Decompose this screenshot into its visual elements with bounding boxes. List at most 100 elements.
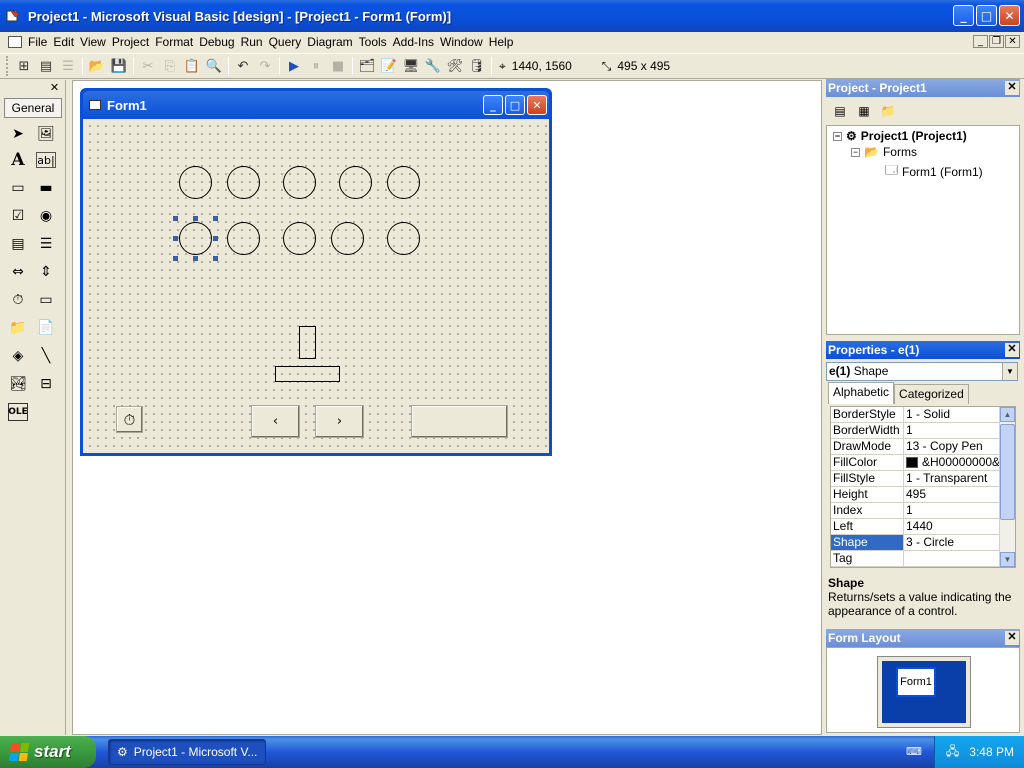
textbox-icon[interactable]: ab| [36,152,56,168]
form-close-button[interactable]: ✕ [527,95,547,115]
menu-add-ins[interactable]: Add-Ins [393,35,440,49]
shape-circle[interactable] [283,222,316,255]
data-control-icon[interactable]: ⊟ [34,372,58,396]
object-selector[interactable]: e(1) Shape ▼ [826,362,1018,381]
menu-edit[interactable]: Edit [53,35,80,49]
form-layout-panel-title[interactable]: Form Layout ✕ [826,629,1020,647]
toolbox-icon[interactable]: 🛠 [444,55,466,77]
tree-item-project[interactable]: − ⚙ Project1 (Project1) [833,129,967,143]
prev-button[interactable]: ‹ [251,405,300,438]
shape-circle[interactable] [331,222,364,255]
combobox-icon[interactable]: ▤ [6,232,30,256]
menu-help[interactable]: Help [489,35,520,49]
form-design-surface[interactable]: ⏱ ‹ › [83,119,549,453]
break-icon[interactable]: ⏸ [305,55,327,77]
find-icon[interactable]: 🔍 [203,55,225,77]
project-panel-close-icon[interactable]: ✕ [1005,81,1019,95]
collapse-icon[interactable]: − [833,131,842,141]
commandbutton-icon[interactable]: ▬ [34,176,58,200]
selection-handle[interactable] [213,216,218,221]
shape-circle[interactable] [227,166,260,199]
property-row[interactable]: FillStyle 1 - Transparent [831,471,1015,487]
selection-handle[interactable] [173,236,178,241]
property-row[interactable]: BorderWidth 1 [831,423,1015,439]
child-minimize-button[interactable]: _ [973,35,988,48]
shape-circle[interactable] [387,222,420,255]
form-layout-close-icon[interactable]: ✕ [1005,631,1019,645]
picturebox-icon[interactable]: 🖼 [34,122,58,146]
project-explorer-icon[interactable]: 🗂 [356,55,378,77]
selection-handle[interactable] [193,256,198,261]
properties-window-icon[interactable]: 📝 [378,55,400,77]
tree-item-forms[interactable]: − 📂 Forms [851,145,917,159]
vscrollbar-icon[interactable]: ⇕ [34,260,58,284]
shape-rectangle-horizontal[interactable] [275,366,340,382]
line-icon[interactable]: ╲ [34,344,58,368]
maximize-button[interactable]: □ [976,5,997,26]
filelistbox-icon[interactable]: 📄 [34,316,58,340]
scroll-down-icon[interactable]: ▼ [1000,552,1015,567]
shape-icon[interactable]: ◈ [6,344,30,368]
menu-format[interactable]: Format [155,35,199,49]
checkbox-icon[interactable]: ☑ [6,204,30,228]
taskbar-item-vb[interactable]: ⚙ Project1 - Microsoft V... [108,739,266,765]
toolbar-grip[interactable] [6,56,9,76]
shape-rectangle-vertical[interactable] [299,326,316,359]
frame-icon[interactable]: ▭ [6,176,30,200]
hscrollbar-icon[interactable]: ⇔ [6,260,30,284]
view-object-icon[interactable]: ▦ [854,102,874,120]
data-view-icon[interactable]: 🛢 [466,55,488,77]
dirlistbox-icon[interactable]: 📁 [6,316,30,340]
selection-handle[interactable] [213,256,218,261]
object-browser-icon[interactable]: 🔧 [422,55,444,77]
toggle-folders-icon[interactable]: 📁 [878,102,898,120]
copy-icon[interactable]: ⎘ [159,55,181,77]
project-panel-title[interactable]: Project - Project1 ✕ [826,79,1020,97]
view-code-icon[interactable]: ▤ [830,102,850,120]
scroll-up-icon[interactable]: ▲ [1000,407,1015,422]
selection-handle[interactable] [173,216,178,221]
cut-icon[interactable]: ✂ [137,55,159,77]
shape-circle-selected[interactable] [179,222,212,255]
drivelistbox-icon[interactable]: ▭ [34,288,58,312]
child-close-button[interactable]: ✕ [1005,35,1020,48]
tab-categorized[interactable]: Categorized [894,384,969,404]
end-icon[interactable]: ■ [327,55,349,77]
shape-circle[interactable] [339,166,372,199]
properties-panel-title[interactable]: Properties - e(1) ✕ [826,341,1020,359]
shape-circle[interactable] [283,166,316,199]
menu-tools[interactable]: Tools [359,35,393,49]
keyboard-icon[interactable]: ⌨ [906,745,922,758]
property-row[interactable]: Index 1 [831,503,1015,519]
menu-query[interactable]: Query [269,35,308,49]
selection-handle[interactable] [213,236,218,241]
form-window[interactable]: Form1 _ □ ✕ ⏱ ‹ › [80,88,552,456]
ole-icon[interactable]: OLE [8,403,28,421]
form-maximize-button[interactable]: □ [505,95,525,115]
menu-project[interactable]: Project [112,35,155,49]
minimize-button[interactable]: _ [953,5,974,26]
add-form-icon[interactable]: ▤ [35,55,57,77]
selection-handle[interactable] [193,216,198,221]
property-row[interactable]: Left 1440 [831,519,1015,535]
menu-debug[interactable]: Debug [199,35,240,49]
property-row[interactable]: Height 495 [831,487,1015,503]
property-row-selected[interactable]: Shape 3 - Circle [831,535,1015,551]
start-icon[interactable]: ▶ [283,55,305,77]
pointer-icon[interactable]: ➤ [6,122,30,146]
listbox-icon[interactable]: ☰ [34,232,58,256]
menu-view[interactable]: View [80,35,112,49]
open-project-icon[interactable]: 📂 [86,55,108,77]
paste-icon[interactable]: 📋 [181,55,203,77]
timer-icon[interactable]: ⏱ [6,288,30,312]
add-project-icon[interactable]: ⊞ [13,55,35,77]
mdi-child-icon[interactable] [8,36,22,48]
menu-window[interactable]: Window [440,35,489,49]
next-button[interactable]: › [315,405,364,438]
timer-control-icon[interactable]: ⏱ [116,406,143,433]
property-row[interactable]: BorderStyle 1 - Solid [831,407,1015,423]
form-minimize-button[interactable]: _ [483,95,503,115]
shape-circle[interactable] [227,222,260,255]
tree-item-form1[interactable]: 🗔 Form1 (Form1) [885,161,983,182]
form-layout-icon[interactable]: 🖥 [400,55,422,77]
